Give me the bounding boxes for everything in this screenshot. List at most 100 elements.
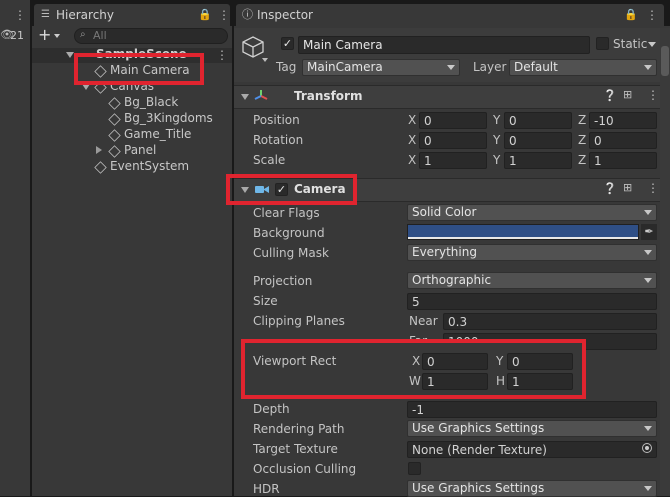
- static-label: Static: [613, 37, 648, 51]
- projection-value: Orthographic: [412, 273, 492, 287]
- culling-mask-label: Culling Mask: [253, 246, 329, 260]
- more-menu-icon[interactable]: ⋮: [218, 4, 230, 26]
- scale-x-field[interactable]: 1: [419, 152, 487, 169]
- size-field[interactable]: 5: [407, 293, 657, 310]
- eyedropper-icon[interactable]: ✒: [641, 224, 657, 240]
- highlight-box: [74, 53, 204, 85]
- position-label: Position: [253, 113, 300, 127]
- highlight-box: [241, 339, 586, 399]
- tag-dropdown[interactable]: MainCamera: [302, 59, 460, 76]
- depth-field[interactable]: -1: [407, 401, 657, 418]
- preset-icon[interactable]: ⊞: [623, 181, 632, 194]
- near-field[interactable]: 0.3: [443, 313, 657, 330]
- occlusion-culling-checkbox[interactable]: [408, 462, 421, 475]
- position-x-field[interactable]: 0: [419, 112, 487, 129]
- left-strip: [0, 0, 30, 496]
- rendering-path-label: Rendering Path: [253, 422, 345, 436]
- chevron-down-icon: [644, 426, 652, 431]
- hdr-label: HDR: [253, 482, 280, 496]
- culling-mask-dropdown[interactable]: Everything: [407, 244, 657, 261]
- object-picker-icon[interactable]: [642, 443, 652, 453]
- help-icon[interactable]: ❔: [603, 182, 617, 195]
- chevron-down-icon[interactable]: [262, 58, 268, 62]
- axis-x-label[interactable]: X: [408, 113, 416, 127]
- chevron-down-icon: [644, 250, 652, 255]
- rotation-z-field[interactable]: 0: [589, 132, 657, 149]
- projection-dropdown[interactable]: Orthographic: [407, 272, 657, 289]
- tab-hierarchy-label: Hierarchy: [56, 8, 115, 22]
- rendering-path-dropdown[interactable]: Use Graphics Settings: [407, 420, 657, 437]
- more-menu-icon[interactable]: ⋮: [14, 8, 26, 22]
- clear-flags-dropdown[interactable]: Solid Color: [407, 204, 657, 221]
- expand-arrow-icon[interactable]: [241, 94, 249, 100]
- static-checkbox[interactable]: [596, 37, 609, 50]
- more-menu-icon[interactable]: ⋮: [216, 48, 228, 62]
- axis-z-label[interactable]: Z: [578, 133, 586, 147]
- more-menu-icon[interactable]: ⋮: [647, 181, 659, 195]
- object-name-field[interactable]: Main Camera: [298, 36, 590, 54]
- axis-z-label[interactable]: Z: [578, 153, 586, 167]
- rotation-y-field[interactable]: 0: [504, 132, 572, 149]
- tree-item-game-title[interactable]: Game_Title: [124, 127, 191, 141]
- search-input[interactable]: ⌕ All: [74, 28, 228, 44]
- help-icon[interactable]: ❔: [603, 89, 617, 102]
- projection-label: Projection: [253, 274, 313, 288]
- axis-y-label[interactable]: Y: [493, 113, 500, 127]
- add-object-button[interactable]: +: [38, 27, 64, 44]
- scale-z-field[interactable]: 1: [589, 152, 657, 169]
- scale-y-field[interactable]: 1: [504, 152, 572, 169]
- hdr-dropdown[interactable]: Use Graphics Settings: [407, 480, 657, 497]
- axis-z-label[interactable]: Z: [578, 113, 586, 127]
- chevron-down-icon: [54, 34, 60, 38]
- scrollbar-thumb[interactable]: [661, 46, 669, 76]
- chevron-down-icon: [644, 486, 652, 491]
- active-checkbox[interactable]: ✓: [281, 37, 294, 50]
- rotation-x-field[interactable]: 0: [419, 132, 487, 149]
- tree-item-eventsystem[interactable]: EventSystem: [110, 159, 189, 173]
- clear-flags-value: Solid Color: [412, 205, 477, 219]
- target-texture-field[interactable]: None (Render Texture): [407, 441, 657, 458]
- position-z-field[interactable]: -10: [589, 112, 657, 129]
- rotation-label: Rotation: [253, 133, 304, 147]
- expand-arrow-icon[interactable]: [66, 52, 74, 58]
- position-y-field[interactable]: 0: [504, 112, 572, 129]
- info-icon: ⓘ: [242, 8, 253, 21]
- axis-y-label[interactable]: Y: [493, 153, 500, 167]
- tree-item-bg-black[interactable]: Bg_Black: [124, 95, 178, 109]
- lock-icon[interactable]: 🔒: [624, 4, 638, 26]
- preset-icon[interactable]: ⊞: [623, 88, 632, 101]
- near-label[interactable]: Near: [409, 314, 438, 328]
- culling-mask-value: Everything: [412, 245, 477, 259]
- hidden-count-badge: 21: [10, 29, 24, 42]
- search-placeholder: All: [93, 29, 107, 42]
- more-menu-icon[interactable]: ⋮: [647, 88, 659, 102]
- tab-inspector[interactable]: ⓘ Inspector 🔒 ⋮: [236, 4, 664, 26]
- picker-dot: [645, 446, 649, 450]
- axis-x-label[interactable]: X: [408, 133, 416, 147]
- depth-label: Depth: [253, 402, 290, 416]
- transform-title: Transform: [294, 89, 363, 103]
- axis-x-label[interactable]: X: [408, 153, 416, 167]
- chevron-down-icon: [447, 65, 455, 70]
- axis-y-label[interactable]: Y: [493, 133, 500, 147]
- tab-hierarchy[interactable]: ☰ Hierarchy 🔒 ⋮: [34, 4, 230, 26]
- tree-item-panel[interactable]: Panel: [124, 143, 156, 157]
- more-menu-icon[interactable]: ⋮: [646, 4, 658, 26]
- hdr-value: Use Graphics Settings: [412, 481, 545, 495]
- tree-item-bg-3kingdoms[interactable]: Bg_3Kingdoms: [124, 111, 213, 125]
- rendering-path-value: Use Graphics Settings: [412, 421, 545, 435]
- gameobject-large-icon: [242, 36, 264, 58]
- size-label: Size: [253, 294, 278, 308]
- search-icon: ⌕: [80, 29, 86, 40]
- list-icon: ☰: [41, 9, 50, 20]
- chevron-down-icon: [644, 278, 652, 283]
- expand-arrow-icon[interactable]: [96, 146, 102, 154]
- background-color-swatch[interactable]: [407, 224, 639, 240]
- clipping-planes-label: Clipping Planes: [253, 314, 345, 328]
- layer-dropdown[interactable]: Default: [509, 59, 657, 76]
- transform-icon: [254, 90, 268, 100]
- chevron-down-icon[interactable]: [648, 42, 656, 47]
- scrollbar[interactable]: [660, 28, 670, 496]
- background-label: Background: [253, 226, 325, 240]
- lock-icon[interactable]: 🔒: [198, 4, 212, 26]
